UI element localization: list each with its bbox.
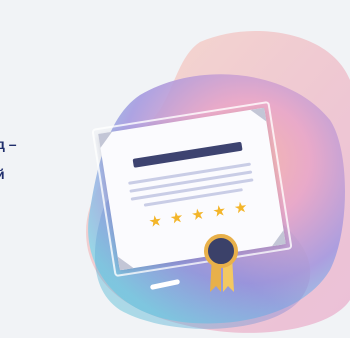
seal-icon <box>204 234 238 268</box>
star-icon: ★ <box>168 208 185 228</box>
star-icon: ★ <box>190 205 207 225</box>
star-icon: ★ <box>232 198 249 218</box>
headline-line-1: д – <box>0 136 17 152</box>
star-icon: ★ <box>147 212 164 232</box>
certificate-paper: ★ ★ ★ ★ ★ <box>98 107 286 271</box>
rating-stars: ★ ★ ★ ★ ★ <box>147 198 249 232</box>
promo-banner: д – й ★ ★ ★ ★ ★ <box>0 0 350 338</box>
star-icon: ★ <box>211 202 228 221</box>
headline-line-2: й <box>0 166 5 182</box>
certificate-title-bar <box>132 141 243 168</box>
certificate-corner <box>98 131 115 148</box>
certificate-illustration: ★ ★ ★ ★ ★ <box>91 100 293 278</box>
certificate-corner <box>117 254 134 271</box>
certificate-corner <box>269 230 286 247</box>
headline-text: д – й <box>0 132 17 186</box>
certificate-corner <box>250 107 267 124</box>
